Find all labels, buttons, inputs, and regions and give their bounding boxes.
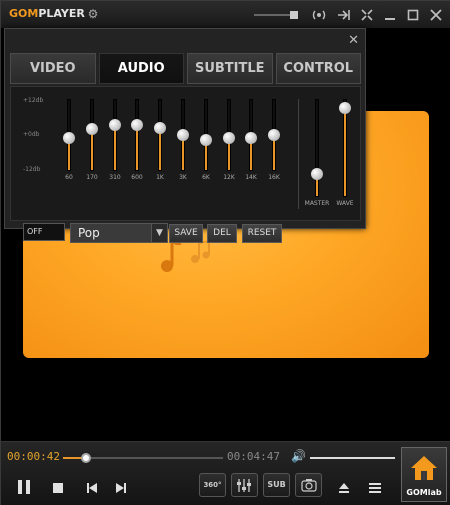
eq-band-slider-knob[interactable] bbox=[63, 132, 75, 144]
preset-value: Pop bbox=[78, 226, 100, 240]
home-icon bbox=[411, 456, 437, 480]
volume-icon[interactable]: 🔊 bbox=[291, 449, 306, 463]
maximize-icon[interactable] bbox=[404, 6, 422, 24]
eq-band-slider-knob[interactable] bbox=[200, 133, 212, 146]
wave-slider-fill bbox=[344, 107, 346, 196]
pin-icon[interactable] bbox=[335, 6, 353, 24]
chevron-down-icon[interactable]: ▼ bbox=[151, 224, 167, 242]
settings-tabs: VIDEO AUDIO SUBTITLE CONTROL bbox=[10, 53, 361, 84]
volume-slider[interactable] bbox=[310, 457, 395, 459]
previous-button[interactable] bbox=[85, 480, 99, 499]
save-button[interactable]: SAVE bbox=[169, 224, 203, 243]
seek-bar-knob[interactable] bbox=[81, 453, 92, 463]
eq-band-slider-fill bbox=[159, 127, 161, 170]
seek-bar[interactable] bbox=[63, 453, 223, 463]
equalizer-toggle-button[interactable]: OFF bbox=[23, 223, 65, 241]
db-bottom-label: -12db bbox=[23, 166, 41, 173]
minimize-icon[interactable] bbox=[381, 6, 399, 24]
eq-band-slider-knob[interactable] bbox=[177, 129, 189, 141]
app-logo: GOMPLAYER bbox=[9, 7, 85, 20]
title-volume-knob[interactable] bbox=[290, 11, 298, 19]
del-button[interactable]: DEL bbox=[207, 224, 237, 243]
db-top-label: +12db bbox=[23, 97, 44, 104]
eq-band-slider-fill bbox=[91, 129, 93, 170]
eq-band-slider-knob[interactable] bbox=[245, 132, 257, 144]
pause-button[interactable] bbox=[15, 478, 33, 500]
eq-band-slider-fill bbox=[136, 124, 138, 170]
subtitle-button[interactable]: SUB bbox=[263, 473, 290, 497]
equalizer-button[interactable] bbox=[231, 473, 258, 497]
next-button[interactable] bbox=[114, 480, 128, 499]
eq-band-slider-knob[interactable] bbox=[109, 118, 121, 131]
playback-controls: 00:00:42 00:04:47 🔊 360° SUB GOMlab bbox=[1, 441, 450, 505]
preset-select[interactable]: Pop ▼ bbox=[70, 223, 168, 243]
logo-player: PLAYER bbox=[38, 7, 85, 20]
eq-band-slider-knob[interactable] bbox=[223, 132, 235, 144]
total-time: 00:04:47 bbox=[227, 450, 280, 463]
wave-slider-knob[interactable] bbox=[339, 101, 351, 114]
current-time: 00:00:42 bbox=[7, 450, 60, 463]
close-icon[interactable]: ✕ bbox=[348, 33, 359, 48]
title-volume-slider[interactable] bbox=[254, 11, 298, 19]
vr-360-button[interactable]: 360° bbox=[199, 473, 226, 497]
eq-band-slider-fill bbox=[114, 124, 116, 170]
broadcast-icon[interactable] bbox=[310, 6, 328, 24]
master-volume-slider-knob[interactable] bbox=[311, 167, 323, 180]
tab-audio[interactable]: AUDIO bbox=[98, 53, 184, 84]
eject-button[interactable] bbox=[337, 480, 351, 499]
eq-band-slider-knob[interactable] bbox=[154, 121, 166, 134]
eq-band-slider-knob[interactable] bbox=[131, 118, 143, 131]
eq-band-slider-label: 16K bbox=[268, 174, 280, 181]
tab-control[interactable]: CONTROL bbox=[275, 53, 361, 84]
close-icon[interactable] bbox=[427, 6, 445, 24]
playlist-menu-icon[interactable] bbox=[368, 480, 382, 499]
fullscreen-icon[interactable] bbox=[358, 6, 376, 24]
gom-player-window: GOMPLAYER ⚙ ✕ VIDEO AUDIO SUBTITLE CONTR… bbox=[0, 0, 450, 505]
off-label: OFF bbox=[27, 227, 43, 236]
stop-button[interactable] bbox=[51, 480, 65, 499]
equalizer-panel: ✕ VIDEO AUDIO SUBTITLE CONTROL +12db +0d… bbox=[4, 28, 366, 243]
logo-gom: GOM bbox=[9, 7, 39, 20]
reset-button[interactable]: RESET bbox=[242, 224, 282, 243]
master-volume-slider-label: MASTER bbox=[304, 200, 330, 207]
db-mid-label: +0db bbox=[23, 131, 40, 138]
eq-band-slider-knob[interactable] bbox=[86, 123, 98, 135]
screenshot-button[interactable] bbox=[295, 473, 322, 497]
gomlab-button[interactable]: GOMlab bbox=[401, 447, 447, 502]
gomlab-label: GOMlab bbox=[406, 488, 442, 497]
eq-band-slider-knob[interactable] bbox=[268, 129, 280, 141]
tab-video[interactable]: VIDEO bbox=[10, 53, 96, 84]
title-bar[interactable]: GOMPLAYER ⚙ bbox=[1, 1, 450, 28]
divider bbox=[298, 99, 299, 209]
tab-subtitle[interactable]: SUBTITLE bbox=[187, 53, 273, 84]
wave-slider-label: WAVE bbox=[336, 200, 354, 207]
gear-icon[interactable]: ⚙ bbox=[86, 7, 100, 21]
equalizer-body: +12db +0db -12db OFF Pop ▼ SAVE DEL RESE… bbox=[10, 86, 361, 243]
